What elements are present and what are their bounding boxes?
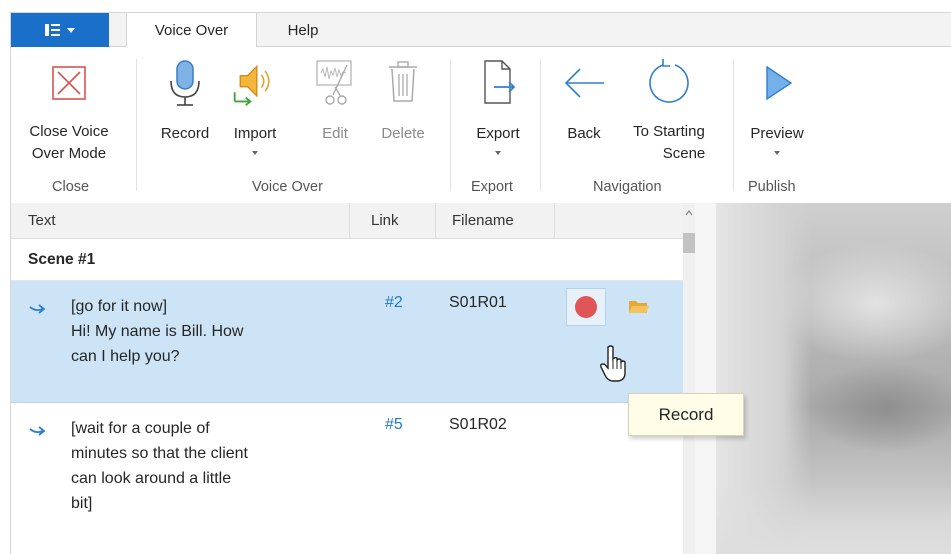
row-text-line: Hi! My name is Bill. How bbox=[71, 323, 244, 340]
reply-arrow-icon bbox=[29, 426, 45, 436]
group-label-export: Export bbox=[471, 179, 513, 195]
edit-label: Edit bbox=[322, 125, 348, 142]
column-header-link[interactable]: Link bbox=[371, 212, 399, 229]
delete-button[interactable]: Delete bbox=[368, 47, 438, 145]
app-menu-button[interactable] bbox=[11, 13, 109, 47]
row-text-line: can I help you? bbox=[71, 348, 180, 365]
play-icon bbox=[753, 55, 801, 111]
column-header-text[interactable]: Text bbox=[28, 212, 56, 229]
app-window: Voice Over Help Close Voice Over Mode Cl… bbox=[10, 12, 951, 554]
panel-splitter[interactable] bbox=[695, 203, 716, 554]
chevron-down-icon bbox=[67, 27, 75, 33]
app-menu-icon bbox=[45, 24, 60, 36]
column-divider[interactable] bbox=[554, 203, 555, 239]
group-label-navigation: Navigation bbox=[593, 179, 662, 195]
vertical-scrollbar[interactable] bbox=[683, 203, 695, 554]
open-folder-icon[interactable] bbox=[628, 298, 650, 316]
restart-icon bbox=[645, 55, 693, 111]
column-header-row: Text Link Filename bbox=[11, 203, 683, 239]
voice-over-list: Text Link Filename Scene #1 [go for it n… bbox=[11, 203, 695, 554]
chevron-down-icon bbox=[495, 151, 501, 155]
row-text-line: bit] bbox=[71, 495, 93, 512]
edit-button[interactable]: Edit bbox=[304, 47, 366, 145]
to-starting-label-line1: To Starting bbox=[633, 123, 705, 140]
group-label-publish: Publish bbox=[748, 179, 796, 195]
preview-button[interactable]: Preview bbox=[741, 47, 813, 155]
ribbon-tab-bar: Voice Over Help bbox=[11, 13, 951, 48]
import-label: Import bbox=[233, 125, 277, 142]
row-text: [go for it now] Hi! My name is Bill. How… bbox=[71, 294, 341, 369]
close-voice-label-line1: Close Voice bbox=[29, 123, 109, 140]
export-button[interactable]: Export bbox=[463, 47, 533, 155]
import-button[interactable]: Import bbox=[220, 47, 290, 155]
export-label: Export bbox=[476, 125, 520, 142]
hand-cursor-icon bbox=[600, 345, 626, 382]
table-row[interactable]: [wait for a couple of minutes so that th… bbox=[11, 403, 683, 554]
table-row[interactable]: [go for it now] Hi! My name is Bill. How… bbox=[11, 281, 683, 403]
column-divider[interactable] bbox=[435, 203, 436, 239]
close-x-icon bbox=[45, 55, 93, 111]
arrow-left-icon bbox=[560, 55, 608, 111]
reply-arrow-icon bbox=[29, 304, 45, 314]
back-label: Back bbox=[567, 125, 601, 142]
close-voice-over-mode-button[interactable]: Close Voice Over Mode bbox=[19, 47, 119, 165]
trash-icon bbox=[379, 55, 427, 111]
row-text-line: [go for it now] bbox=[71, 298, 168, 315]
delete-label: Delete bbox=[381, 125, 425, 142]
group-label-voice-over: Voice Over bbox=[252, 179, 323, 195]
row-link[interactable]: #5 bbox=[385, 416, 403, 434]
ribbon: Close Voice Over Mode Close Record Impor… bbox=[11, 47, 951, 203]
row-link[interactable]: #2 bbox=[385, 294, 403, 312]
scene-preview-image bbox=[716, 203, 951, 554]
chevron-down-icon bbox=[774, 151, 780, 155]
close-voice-label-line2: Over Mode bbox=[31, 145, 107, 162]
tab-voice-over[interactable]: Voice Over bbox=[126, 13, 257, 48]
audio-cut-icon bbox=[311, 55, 359, 111]
record-button[interactable]: Record bbox=[150, 47, 220, 145]
microphone-icon bbox=[161, 55, 209, 111]
column-divider[interactable] bbox=[349, 203, 350, 239]
tab-help[interactable]: Help bbox=[273, 13, 333, 48]
row-text: [wait for a couple of minutes so that th… bbox=[71, 416, 341, 516]
to-starting-scene-button[interactable]: To Starting Scene bbox=[619, 47, 719, 165]
row-record-button[interactable] bbox=[566, 288, 606, 326]
row-text-line: can look around a little bbox=[71, 470, 232, 487]
column-header-filename[interactable]: Filename bbox=[452, 212, 514, 229]
speaker-import-icon bbox=[231, 55, 279, 111]
export-document-icon bbox=[474, 55, 522, 111]
group-separator bbox=[450, 59, 451, 191]
group-separator bbox=[136, 59, 137, 191]
record-dot-icon bbox=[575, 296, 597, 318]
preview-label: Preview bbox=[750, 125, 804, 142]
record-tooltip: Record bbox=[628, 393, 744, 436]
scrollbar-thumb[interactable] bbox=[683, 233, 695, 253]
group-separator bbox=[540, 59, 541, 191]
to-starting-label-line2: Scene bbox=[662, 145, 706, 162]
row-text-line: [wait for a couple of bbox=[71, 420, 210, 437]
row-filename: S01R01 bbox=[449, 294, 507, 311]
scene-header: Scene #1 bbox=[11, 239, 683, 281]
record-label: Record bbox=[160, 125, 210, 142]
back-button[interactable]: Back bbox=[551, 47, 617, 145]
group-separator bbox=[733, 59, 734, 191]
scroll-up-icon[interactable] bbox=[685, 209, 693, 217]
group-label-close: Close bbox=[52, 179, 90, 195]
row-text-line: minutes so that the client bbox=[71, 445, 248, 462]
row-filename: S01R02 bbox=[449, 416, 507, 433]
chevron-down-icon bbox=[252, 151, 258, 155]
